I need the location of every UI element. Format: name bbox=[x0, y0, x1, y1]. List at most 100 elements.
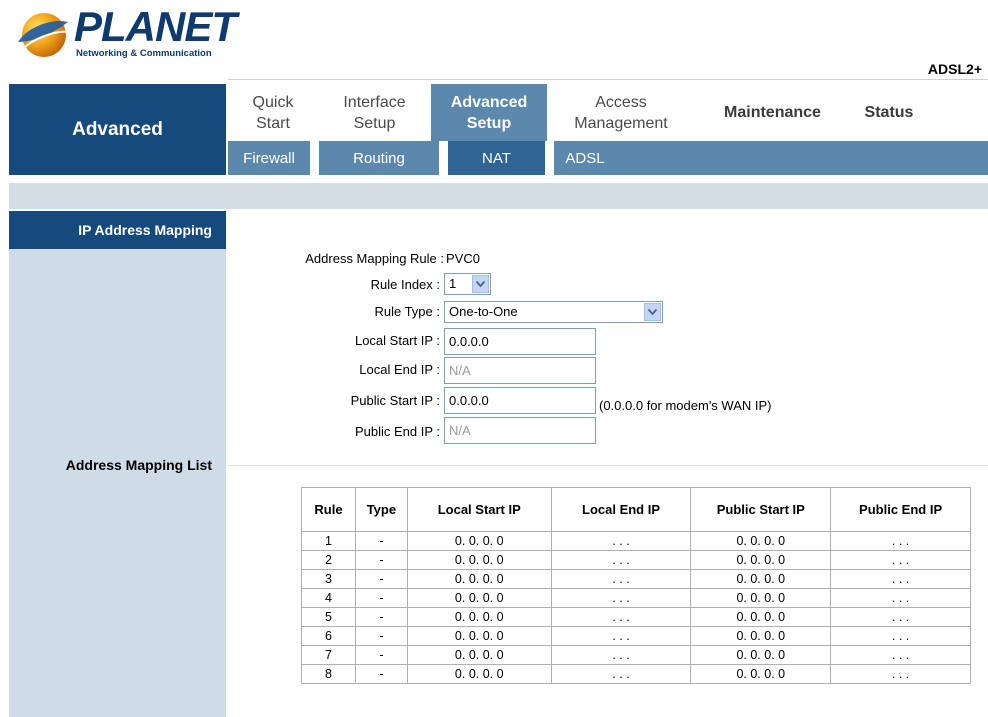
cell-public-end-ip: . . . bbox=[830, 588, 971, 608]
cell-rule: 4 bbox=[301, 588, 356, 608]
rule-type-select[interactable]: One-to-One bbox=[444, 301, 663, 323]
tab-quick-start[interactable]: Quick Start bbox=[228, 84, 318, 141]
rule-index-select[interactable]: 1 bbox=[444, 273, 491, 295]
rule-type-value: One-to-One bbox=[449, 304, 518, 319]
tab-maintenance[interactable]: Maintenance bbox=[695, 84, 850, 141]
public-end-ip-input[interactable] bbox=[444, 417, 596, 444]
cell-local-start-ip: 0. 0. 0. 0 bbox=[406, 626, 552, 646]
cell-local-end-ip: . . . bbox=[550, 569, 692, 589]
cell-local-end-ip: . . . bbox=[550, 588, 692, 608]
col-header-public-start-ip: Public Start IP bbox=[690, 487, 832, 532]
cell-local-start-ip: 0. 0. 0. 0 bbox=[406, 531, 552, 551]
tab-access-management[interactable]: Access Management bbox=[547, 84, 695, 141]
content-header-band bbox=[9, 183, 988, 209]
cell-local-start-ip: 0. 0. 0. 0 bbox=[406, 645, 552, 665]
col-header-type: Type bbox=[354, 487, 408, 532]
cell-local-end-ip: . . . bbox=[550, 531, 692, 551]
cell-rule: 7 bbox=[301, 645, 356, 665]
public-start-ip-hint: (0.0.0.0 for modem's WAN IP) bbox=[599, 398, 772, 413]
cell-type: - bbox=[354, 664, 408, 684]
table-row: 4-0. 0. 0. 0. . . 0. 0. 0. 0. . . bbox=[301, 588, 971, 608]
table-row: 3-0. 0. 0. 0. . . 0. 0. 0. 0. . . bbox=[301, 569, 971, 589]
cell-public-end-ip: . . . bbox=[830, 550, 971, 570]
cell-public-end-ip: . . . bbox=[830, 664, 971, 684]
cell-public-start-ip: 0. 0. 0. 0 bbox=[690, 607, 832, 627]
main-nav: Quick Start Interface Setup Advanced Setup … bbox=[228, 84, 988, 141]
cell-local-end-ip: . . . bbox=[550, 626, 692, 646]
subtab-routing[interactable]: Routing bbox=[319, 141, 439, 175]
table-row: 5-0. 0. 0. 0. . . 0. 0. 0. 0. . . bbox=[301, 607, 971, 627]
address-mapping-list-label: Address Mapping List bbox=[65, 457, 212, 473]
local-end-ip-input[interactable] bbox=[444, 357, 596, 384]
public-start-ip-input[interactable] bbox=[444, 387, 596, 414]
subtab-firewall[interactable]: Firewall bbox=[228, 141, 310, 175]
cell-local-start-ip: 0. 0. 0. 0 bbox=[406, 588, 552, 608]
globe-logo-icon bbox=[18, 13, 69, 57]
tab-status[interactable]: Status bbox=[850, 84, 928, 141]
cell-public-end-ip: . . . bbox=[830, 626, 971, 646]
cell-rule: 3 bbox=[301, 569, 356, 589]
list-divider bbox=[228, 465, 988, 466]
tab-advanced-setup[interactable]: Advanced Setup bbox=[431, 84, 547, 141]
subnav-separator bbox=[545, 141, 554, 175]
table-row: 8-0. 0. 0. 0. . . 0. 0. 0. 0. . . bbox=[301, 664, 971, 684]
cell-type: - bbox=[354, 531, 408, 551]
table-row: 2-0. 0. 0. 0. . . 0. 0. 0. 0. . . bbox=[301, 550, 971, 570]
product-name: ADSL2+ bbox=[927, 61, 982, 77]
cell-local-end-ip: . . . bbox=[550, 645, 692, 665]
chevron-down-icon bbox=[644, 303, 661, 321]
header-divider bbox=[228, 79, 988, 80]
chevron-down-icon bbox=[472, 275, 489, 293]
col-header-local-end-ip: Local End IP bbox=[550, 487, 692, 532]
public-start-ip-label: Public Start IP : bbox=[350, 393, 440, 408]
cell-local-start-ip: 0. 0. 0. 0 bbox=[406, 607, 552, 627]
brand-name: PLANET bbox=[74, 3, 237, 50]
cell-type: - bbox=[354, 569, 408, 589]
subnav-separator bbox=[310, 141, 319, 175]
cell-public-start-ip: 0. 0. 0. 0 bbox=[690, 550, 832, 570]
col-header-rule: Rule bbox=[301, 487, 356, 532]
subtab-nat[interactable]: NAT bbox=[448, 141, 545, 175]
cell-public-start-ip: 0. 0. 0. 0 bbox=[690, 531, 832, 551]
planet-logo: PLANET Networking & Communication bbox=[14, 4, 237, 62]
cell-public-start-ip: 0. 0. 0. 0 bbox=[690, 588, 832, 608]
subnav-separator bbox=[439, 141, 448, 175]
table-row: 6-0. 0. 0. 0. . . 0. 0. 0. 0. . . bbox=[301, 626, 971, 646]
cell-public-start-ip: 0. 0. 0. 0 bbox=[690, 645, 832, 665]
col-header-local-start-ip: Local Start IP bbox=[406, 487, 552, 532]
cell-public-end-ip: . . . bbox=[830, 607, 971, 627]
rule-index-label: Rule Index : bbox=[370, 277, 440, 292]
rule-index-value: 1 bbox=[449, 276, 457, 291]
cell-rule: 2 bbox=[301, 550, 356, 570]
cell-rule: 1 bbox=[301, 531, 356, 551]
cell-local-start-ip: 0. 0. 0. 0 bbox=[406, 664, 552, 684]
local-end-ip-label: Local End IP : bbox=[359, 362, 440, 377]
cell-type: - bbox=[354, 645, 408, 665]
sub-nav: Firewall Routing NAT ADSL bbox=[228, 141, 988, 175]
cell-local-end-ip: . . . bbox=[550, 664, 692, 684]
address-mapping-table: Rule Type Local Start IP Local End IP Pu… bbox=[301, 487, 971, 684]
cell-local-end-ip: . . . bbox=[550, 607, 692, 627]
mapping-rule-value: PVC0 bbox=[446, 251, 480, 266]
cell-local-start-ip: 0. 0. 0. 0 bbox=[406, 550, 552, 570]
cell-rule: 5 bbox=[301, 607, 356, 627]
cell-public-start-ip: 0. 0. 0. 0 bbox=[690, 569, 832, 589]
public-end-ip-label: Public End IP : bbox=[354, 424, 440, 439]
cell-public-start-ip: 0. 0. 0. 0 bbox=[690, 626, 832, 646]
cell-public-end-ip: . . . bbox=[830, 531, 971, 551]
rule-type-label: Rule Type : bbox=[374, 304, 440, 319]
table-row: 7-0. 0. 0. 0. . . 0. 0. 0. 0. . . bbox=[301, 645, 971, 665]
cell-public-end-ip: . . . bbox=[830, 645, 971, 665]
tab-interface-setup[interactable]: Interface Setup bbox=[318, 84, 431, 141]
cell-rule: 8 bbox=[301, 664, 356, 684]
cell-public-start-ip: 0. 0. 0. 0 bbox=[690, 664, 832, 684]
section-title: Advanced bbox=[9, 84, 226, 175]
local-start-ip-input[interactable] bbox=[444, 328, 596, 355]
subtab-adsl[interactable]: ADSL bbox=[554, 141, 616, 175]
cell-type: - bbox=[354, 607, 408, 627]
brand-tagline: Networking & Communication bbox=[76, 48, 212, 59]
cell-type: - bbox=[354, 550, 408, 570]
col-header-public-end-ip: Public End IP bbox=[830, 487, 971, 532]
local-start-ip-label: Local Start IP : bbox=[354, 333, 440, 348]
cell-type: - bbox=[354, 626, 408, 646]
